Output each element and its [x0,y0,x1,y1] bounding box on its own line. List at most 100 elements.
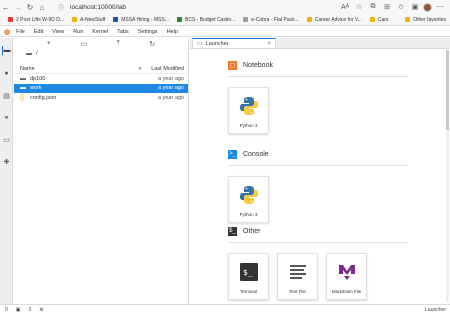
menu-file[interactable]: File [16,29,25,35]
bookmark-favicon [113,17,119,22]
menu-tabs[interactable]: Tabs [117,29,129,35]
scrollbar-thumb[interactable] [446,50,449,130]
file-row[interactable]: ▬ work a year ago [14,83,188,93]
bookmarks-bar: 2 Post Lifts W-9D D... A-NewStuff MSSA H… [0,14,450,26]
file-modified: a year ago [158,85,184,92]
bookmark-item[interactable]: 2 Post Lifts W-9D D... [8,17,64,23]
breadcrumb-folder-icon[interactable]: ▬ [26,51,32,57]
status-active-tab: Launcher [425,306,446,313]
bookmark-item[interactable]: BCS - Budget Castin... [176,17,235,23]
file-modified: a year ago [158,94,184,101]
divider [228,76,408,77]
folder-icon[interactable]: ▬ [2,46,11,55]
status-terminals[interactable]: 0 [5,307,8,313]
launcher-scrollbar[interactable] [446,50,449,302]
collections-icon[interactable]: ⊞ [381,1,393,13]
back-icon[interactable]: ← [0,1,12,13]
refresh-icon[interactable]: ↻ [24,1,36,13]
file-modified: a year ago [158,75,184,82]
bookmark-favicon [243,17,249,22]
text-file-card[interactable]: Text File [277,253,318,300]
folder-icon [369,17,375,22]
svg-text:$_: $_ [243,268,253,277]
more-icon[interactable]: ⋯ [434,1,446,13]
menu-view[interactable]: View [52,29,64,35]
column-name[interactable]: Name [20,66,139,72]
notebook-icon: ▢ [228,60,237,70]
divider [228,165,408,166]
bookmark-item[interactable]: Career Advice for V... [306,17,362,23]
file-name: dp100 [30,75,46,82]
launcher-icon: ▭ [197,41,203,47]
other-favorites[interactable]: Other favorites [405,17,446,23]
card-label: Markdown File [331,289,362,294]
forward-icon[interactable]: → [12,1,24,13]
new-launcher-icon[interactable]: + [47,40,51,47]
console-python3-card[interactable]: Python 3 [228,176,269,223]
file-browser-toolbar: + ▭ ⤒ ↻ [14,38,188,49]
jupyter-menubar: ◍ File Edit View Run Kernel Tabs Setting… [0,27,450,37]
bookmark-item[interactable]: Cars [369,17,388,23]
folder-icon [71,17,77,22]
bookmark-item[interactable]: A-NewStuff [71,17,105,23]
reader-icon[interactable]: Aᴬ [339,1,351,13]
info-icon[interactable]: ⓘ [58,3,64,12]
console-section-title: Console [243,150,269,158]
other-terminal-icon: $_ [228,226,237,236]
file-row[interactable]: {} config.json a year ago [14,93,188,103]
home-icon[interactable]: ⌂ [36,1,48,13]
notebook-section: ▢ Notebook Python 3 [228,59,408,134]
menu-kernel[interactable]: Kernel [92,29,108,35]
markdown-file-card[interactable]: Markdown File [326,253,367,300]
folder-icon [405,17,411,22]
file-list-header: Name ▾ Last Modified [14,65,188,74]
favorite-star-icon[interactable]: ☆ [353,1,365,13]
console-section: >_ Console Python 3 [228,148,408,223]
url-field[interactable]: ⓘ localhost:10000/lab [58,2,308,13]
divider [228,242,408,243]
tab-launcher[interactable]: ▭ Launcher × [192,38,276,48]
markdown-icon [335,260,359,284]
file-browser: + ▭ ⤒ ↻ ▬ / Name ▾ Last Modified ▬ dp100… [14,38,189,304]
menu-run[interactable]: Run [73,29,83,35]
status-bar: 0 ▣ 0 ⚙ Launcher [0,304,450,314]
other-section: $_ Other $_ Terminal Text File Markdown … [228,225,408,300]
menu-edit[interactable]: Edit [34,29,43,35]
status-settings-icon[interactable]: ⚙ [39,307,43,313]
refresh-icon[interactable]: ↻ [149,40,155,48]
folder-icon: ▬ [20,75,26,82]
sort-caret-icon[interactable]: ▾ [139,66,142,72]
url-text: localhost:10000/lab [70,3,127,11]
notebook-python3-card[interactable]: Python 3 [228,87,269,134]
favorites-icon[interactable]: ✩ [395,1,407,13]
column-modified[interactable]: Last Modified [151,66,184,72]
bookmark-item[interactable]: MSSA Hiring - MSS... [113,17,169,23]
collections-alt-icon[interactable]: ▣ [409,1,421,13]
status-kernel-icon[interactable]: ▣ [16,307,21,313]
commands-icon[interactable]: ▤ [2,91,11,100]
file-row[interactable]: ▬ dp100 a year ago [14,74,188,84]
json-file-icon: {} [20,94,25,101]
profile-avatar[interactable] [423,2,432,12]
status-kernels[interactable]: 0 [29,307,32,313]
bookmark-item[interactable]: e-Cobra - Flat Pack... [243,17,299,23]
breadcrumb-root[interactable]: / [36,51,38,57]
left-activity-bar: ▬ ● ▤ ⚭ ▭ ✚ [0,38,13,304]
close-icon[interactable]: × [267,41,271,47]
extensions-icon[interactable]: ✚ [2,157,11,166]
extensions-icon[interactable]: ⧉ [367,1,379,13]
upload-icon[interactable]: ⤒ [117,40,120,48]
file-name: config.json [30,94,57,101]
git-icon[interactable]: ⚭ [2,113,11,122]
running-icon[interactable]: ● [2,69,11,78]
menu-help[interactable]: Help [167,29,178,35]
card-label: Python 3 [239,123,258,128]
console-icon: >_ [228,149,237,159]
card-label: Terminal [239,289,257,294]
folder-icon: ▬ [20,85,26,92]
menu-settings[interactable]: Settings [138,29,158,35]
new-folder-icon[interactable]: ▭ [80,40,87,48]
tab-label: Launcher [205,40,229,47]
terminal-card[interactable]: $_ Terminal [228,253,269,300]
tabs-icon[interactable]: ▭ [2,135,11,144]
